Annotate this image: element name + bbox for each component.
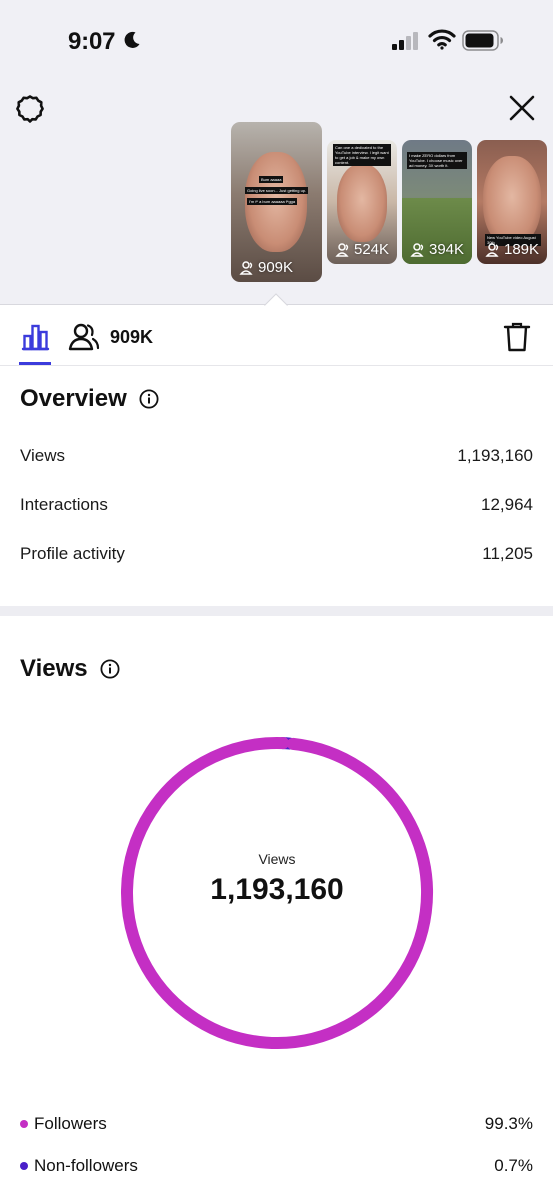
people-icon (335, 242, 349, 257)
legend-dot-non-followers (20, 1162, 28, 1170)
reel-thumbnail-2[interactable]: Can one a dedicated to the YouTube inter… (327, 140, 397, 264)
row-value: 1,193,160 (457, 446, 533, 465)
donut-center-label: Views (258, 851, 296, 867)
views-title-text: Views (20, 655, 88, 682)
gear-icon[interactable] (14, 93, 46, 125)
thumbnail-views: 909K (239, 259, 293, 276)
reel-thumbnail-3[interactable]: I make ZERO dollars from YouTube. I choo… (402, 140, 472, 264)
legend-value: 0.7% (494, 1156, 533, 1175)
status-time: 9:07 (68, 28, 116, 55)
reel-carousel-area: 9:07 Bum aaaaa Going live soon... Just g… (0, 0, 553, 305)
tab-reach-value: 909K (110, 326, 154, 347)
thumbnail-caption: I make ZERO dollars from YouTube. I choo… (407, 152, 467, 169)
legend-label: Non-followers (34, 1156, 138, 1175)
wifi-icon (428, 29, 456, 50)
people-icon (410, 242, 424, 257)
reel-thumbnail-1[interactable]: Bum aaaaa Going live soon... Just gettin… (231, 122, 322, 282)
row-label: Profile activity (20, 544, 125, 563)
overview-title-text: Overview (20, 385, 127, 412)
thumbnail-views: 189K (485, 241, 539, 258)
bar-chart-icon[interactable] (20, 322, 50, 352)
people-icon (68, 323, 100, 351)
people-icon (239, 260, 253, 275)
active-tab-indicator (19, 362, 51, 365)
info-icon[interactable] (139, 389, 159, 409)
thumbnail-views-label: 524K (354, 241, 390, 258)
row-label: Views (20, 446, 66, 465)
legend-value: 99.3% (484, 1114, 533, 1133)
thumbnail-caption: Can one a dedicated to the YouTube inter… (333, 144, 391, 166)
battery-icon (462, 30, 503, 51)
thumbnail-caption: I'm f* a bum aaaaaa f*gga (247, 198, 298, 205)
overview-row-profile-activity[interactable]: Profile activity 11,205 (20, 544, 533, 564)
overview-row-views: Views 1,193,160 (20, 446, 533, 466)
close-icon[interactable] (506, 92, 538, 124)
thumbnail-image (337, 164, 387, 242)
cellular-signal-icon (392, 32, 418, 50)
thumbnail-views-label: 394K (429, 241, 465, 258)
info-icon[interactable] (100, 659, 120, 679)
thumbnail-caption: Bum aaaaa (259, 176, 284, 183)
row-value: 12,964 (481, 495, 533, 514)
row-label: Interactions (20, 495, 108, 514)
tab-reach[interactable]: 909K (68, 322, 153, 352)
overview-title: Overview (20, 385, 159, 413)
status-bar: 9:07 (0, 0, 553, 80)
legend-label: Followers (34, 1114, 107, 1133)
thumbnail-views: 524K (335, 241, 389, 258)
thumbnail-views-label: 189K (504, 241, 540, 258)
insights-tab-row: 909K (0, 306, 553, 366)
row-value: 11,205 (482, 544, 533, 563)
overview-row-interactions[interactable]: Interactions 12,964 (20, 495, 533, 515)
section-divider (0, 606, 553, 616)
thumbnail-views: 394K (410, 241, 464, 258)
trash-icon[interactable] (503, 321, 531, 353)
legend-dot-followers (20, 1120, 28, 1128)
legend-row-followers: Followers 99.3% (20, 1114, 533, 1134)
donut-center-value: 1,193,160 (210, 873, 344, 906)
selection-pointer (264, 293, 288, 307)
legend-row-non-followers: Non-followers 0.7% (20, 1156, 533, 1176)
reel-thumbnail-4[interactable]: New YouTube video August 30th 189K (477, 140, 547, 264)
moon-icon (124, 31, 140, 48)
thumbnail-views-label: 909K (258, 259, 294, 276)
thumbnail-caption: Going live soon... Just getting up. (245, 187, 309, 194)
views-title: Views (20, 655, 120, 683)
people-icon (485, 242, 499, 257)
thumbnail-image (483, 156, 541, 246)
